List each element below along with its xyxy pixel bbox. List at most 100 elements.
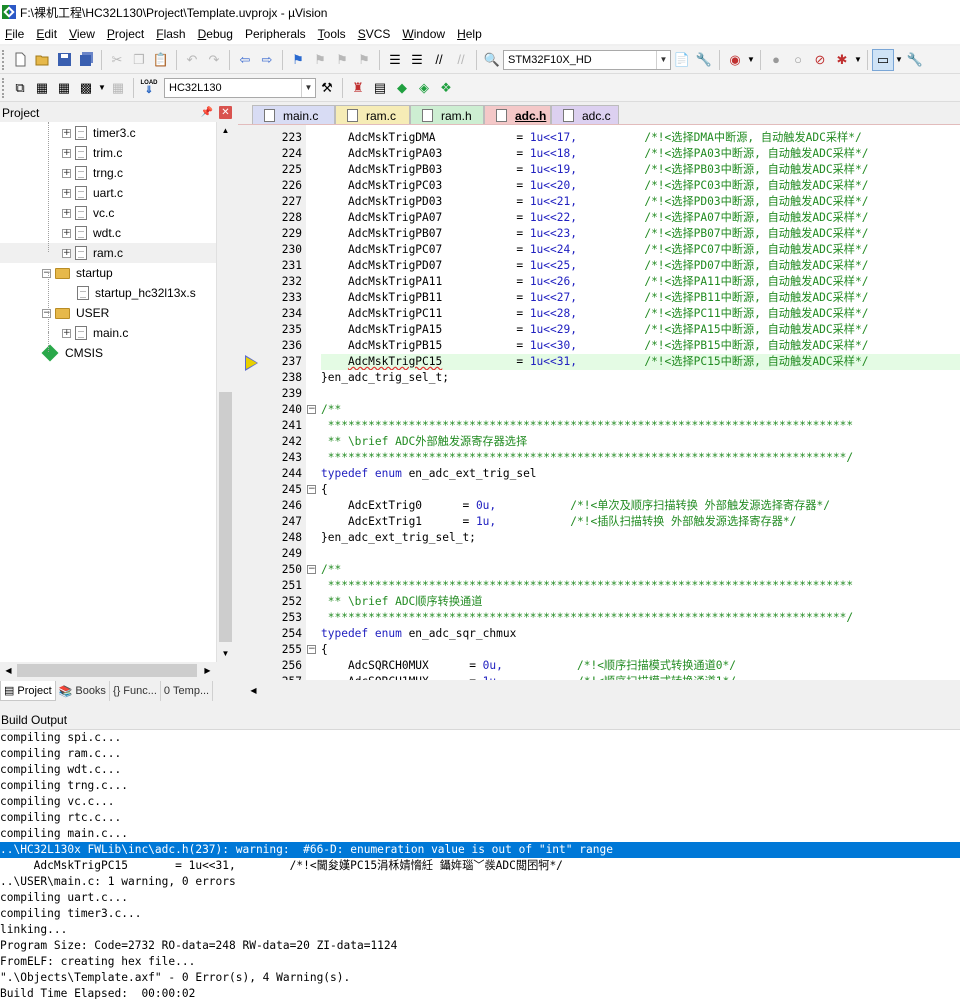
expand-icon[interactable]: + [62,228,71,238]
code-line[interactable]: 226 AdcMskTrigPC03 = 1u<<20, /*!<选择PC03中… [238,178,960,194]
editor-tab-ram-c[interactable]: ram.c [335,105,410,125]
close-icon[interactable]: ✕ [219,106,232,119]
code-line[interactable]: 256 AdcSQRCH0MUX = 0u, /*!<顺序扫描模式转换通道0*/ [238,658,960,674]
build-output-line[interactable]: linking... [0,922,960,938]
tree-item-startup-hc32l13x-s[interactable]: startup_hc32l13x.s [62,283,196,303]
tree-item-vc-c[interactable]: + vc.c [62,203,114,223]
indent-icon[interactable]: ☰ [384,49,406,71]
code-line[interactable]: 223 AdcMskTrigDMA = 1u<<17, /*!<选择DMA中断源… [238,130,960,146]
save-icon[interactable] [53,49,75,71]
code-line[interactable]: 232 AdcMskTrigPA11 = 1u<<26, /*!<选择PA11中… [238,274,960,290]
prev-bookmark-icon[interactable]: ⚑ [309,49,331,71]
batch-build-icon[interactable]: ▩ [75,77,97,99]
scroll-up-icon[interactable]: ▲ [217,122,234,139]
menu-edit[interactable]: Edit [31,27,64,41]
tree-item-timer3-c[interactable]: + timer3.c [62,123,136,143]
navigate-back-icon[interactable]: ⇦ [234,49,256,71]
build-icon[interactable]: ▦ [31,77,53,99]
rebuild-icon[interactable]: ▦ [53,77,75,99]
expand-icon[interactable]: + [62,128,71,138]
device-combo[interactable]: STM32F10X_HD ▼ [503,49,671,70]
menu-project[interactable]: Project [102,27,151,41]
copy-icon[interactable]: ❐ [128,49,150,71]
code-line[interactable]: 228 AdcMskTrigPA07 = 1u<<22, /*!<选择PA07中… [238,210,960,226]
menu-file[interactable]: File [0,27,31,41]
scroll-right-icon[interactable]: ▶ [199,662,216,679]
code-line[interactable]: 237 AdcMskTrigPC15 = 1u<<31, /*!<选择PC15中… [238,354,960,370]
manage-project-items-icon[interactable]: ♜ [347,77,369,99]
tab-temp[interactable]: 0 Temp... [161,681,214,701]
tab-project[interactable]: ▤ Project [0,681,56,701]
tree-item-ram-c[interactable]: + ram.c [0,243,216,263]
build-output-line[interactable]: compiling spi.c... [0,730,960,746]
build-output-line[interactable]: AdcMskTrigPC15 = 1u<<31, /*!<閫夋嫨PC15涓柇婧愶… [0,858,960,874]
select-packs-icon[interactable]: ▤ [369,77,391,99]
tree-item-uart-c[interactable]: + uart.c [62,183,123,203]
code-line[interactable]: 234 AdcMskTrigPC11 = 1u<<28, /*!<选择PC11中… [238,306,960,322]
menu-view[interactable]: View [64,27,102,41]
code-line[interactable]: 235 AdcMskTrigPA15 = 1u<<29, /*!<选择PA15中… [238,322,960,338]
panel-splitter[interactable] [0,702,960,710]
tree-item-wdt-c[interactable]: + wdt.c [62,223,121,243]
code-line[interactable]: 248}en_adc_ext_trig_sel_t; [238,530,960,546]
editor-horizontal-scrollbar[interactable]: ◀ [245,682,960,699]
tree-item-main-c[interactable]: + main.c [62,323,128,343]
open-folder-icon[interactable] [31,49,53,71]
code-line[interactable]: 254 typedef enum en_adc_sqr_chmux [238,626,960,642]
expand-icon[interactable]: + [62,328,71,338]
window-layout-icon[interactable]: ▭ [872,48,894,71]
stop-build-icon[interactable]: ▦ [107,77,129,99]
save-all-icon[interactable] [75,49,97,71]
build-output-line[interactable]: compiling rtc.c... [0,810,960,826]
tab-books[interactable]: 📚 Books [56,681,110,701]
bookmark-icon[interactable]: ⚑ [287,49,309,71]
menu-help[interactable]: Help [452,27,489,41]
uncomment-icon[interactable]: // [450,49,472,71]
code-line[interactable]: 243 ************************************… [238,450,960,466]
scroll-down-icon[interactable]: ▼ [217,645,234,662]
code-line[interactable]: 242 ** \brief ADC外部触发源寄存器选择 [238,434,960,450]
find-in-files-icon[interactable]: 🔍 [481,49,503,71]
editor-tab-adc-h[interactable]: adc.h [484,105,551,125]
tree-item-trim-c[interactable]: + trim.c [62,143,122,163]
menu-debug[interactable]: Debug [193,27,240,41]
tools-icon[interactable]: 🔧 [904,49,926,71]
software-packs-icon[interactable]: ❖ [435,77,457,99]
code-line[interactable]: 246 AdcExtTrig0 = 0u, /*!<单次及顺序扫描转换 外部触发… [238,498,960,514]
new-file-icon[interactable] [9,49,31,71]
code-line[interactable]: 241 ************************************… [238,418,960,434]
build-output-line[interactable]: Program Size: Code=2732 RO-data=248 RW-d… [0,938,960,954]
translate-icon[interactable]: ⧉ [9,77,31,99]
build-warning-line[interactable]: ..\HC32L130x FWLib\inc\adc.h(237): warni… [0,842,960,858]
comment-icon[interactable]: // [428,49,450,71]
code-line[interactable]: 247 AdcExtTrig1 = 1u, /*!<插队扫描转换 外部触发源选择… [238,514,960,530]
cut-icon[interactable]: ✂ [106,49,128,71]
editor-tab-ram-h[interactable]: ram.h [410,105,484,125]
code-line[interactable]: 227 AdcMskTrigPD03 = 1u<<21, /*!<选择PD03中… [238,194,960,210]
chevron-down-icon[interactable]: ▼ [97,77,107,99]
debug-session-icon[interactable]: ◉ [724,49,746,71]
code-line[interactable]: 230 AdcMskTrigPC07 = 1u<<24, /*!<选择PC07中… [238,242,960,258]
menu-window[interactable]: Window [397,27,452,41]
chevron-down-icon[interactable]: ▼ [894,49,904,71]
chevron-down-icon[interactable]: ▼ [656,50,670,69]
code-line[interactable]: 250−/** [238,562,960,578]
code-line[interactable]: 252 ** \brief ADC顺序转换通道 [238,594,960,610]
chevron-down-icon[interactable]: ▼ [853,49,863,71]
fold-collapse-icon[interactable]: − [307,565,316,574]
disable-breakpoint-icon[interactable]: ○ [787,49,809,71]
fold-collapse-icon[interactable]: − [307,485,316,494]
menu-tools[interactable]: Tools [313,27,353,41]
breakpoints-menu-icon[interactable]: ✱ [831,49,853,71]
code-line[interactable]: 245−{ [238,482,960,498]
expand-icon[interactable]: + [62,148,71,158]
tree-item-startup[interactable]: − startup [42,263,113,283]
code-line[interactable]: 233 AdcMskTrigPB11 = 1u<<27, /*!<选择PB11中… [238,290,960,306]
editor-tab-adc-c[interactable]: adc.c [551,105,619,125]
build-output-line[interactable]: compiling trng.c... [0,778,960,794]
tree-item-cmsis[interactable]: CMSIS [41,343,103,363]
menu-peripherals[interactable]: Peripherals [240,27,313,41]
clear-bookmarks-icon[interactable]: ⚑ [353,49,375,71]
build-output-line[interactable]: ".\Objects\Template.axf" - 0 Error(s), 4… [0,970,960,986]
undo-icon[interactable]: ↶ [181,49,203,71]
